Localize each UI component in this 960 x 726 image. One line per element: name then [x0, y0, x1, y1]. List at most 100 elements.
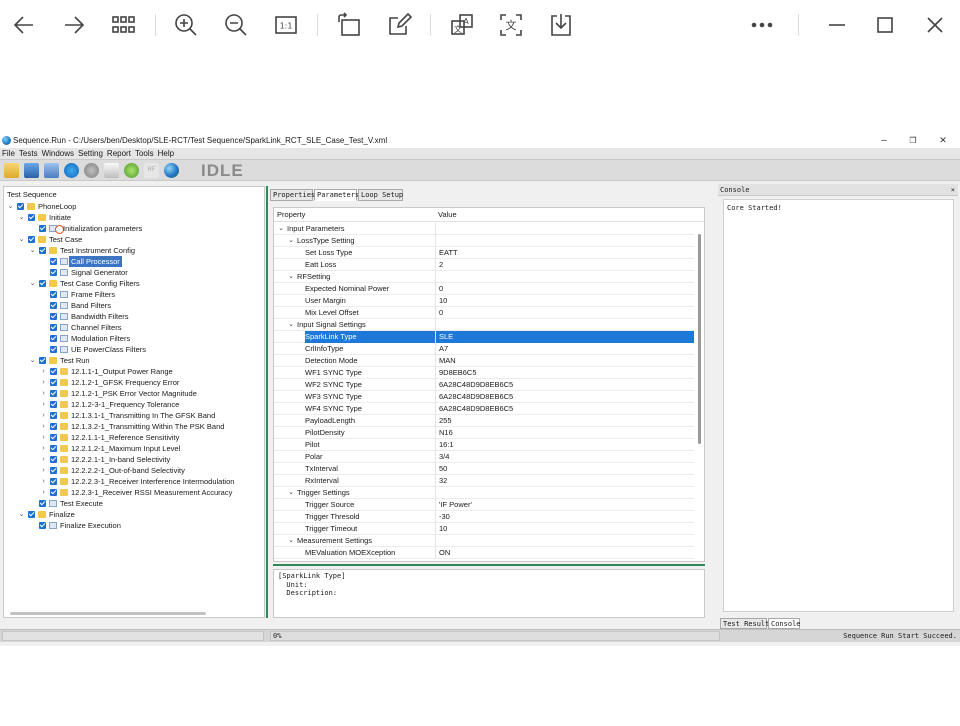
menu-item-report[interactable]: Report	[107, 149, 131, 158]
property-category[interactable]: ⌄ Input Parameters	[274, 223, 694, 235]
property-value[interactable]: 6A28C48D9D8EB6C5	[435, 379, 694, 391]
property-row[interactable]: Polar 3/4	[274, 451, 694, 463]
property-value[interactable]: 9D8EB6C5	[435, 367, 694, 379]
checkbox[interactable]	[50, 346, 57, 353]
chevron-down-icon[interactable]: ⌄	[287, 235, 295, 247]
tree-item[interactable]: › 12.2.1.2-1_Maximum Input Level	[4, 443, 264, 454]
ocr-button[interactable]: 文	[494, 8, 528, 42]
more-button[interactable]	[745, 8, 779, 42]
copy-icon[interactable]	[44, 163, 59, 178]
property-grid-scrollbar[interactable]	[698, 234, 701, 444]
tree-item[interactable]: Signal Generator	[4, 267, 264, 278]
window-restore-button[interactable]: ❐	[906, 133, 920, 148]
checkbox[interactable]	[50, 390, 57, 397]
menu-item-tests[interactable]: Tests	[19, 149, 38, 158]
checkbox[interactable]	[50, 368, 57, 375]
save-icon[interactable]	[24, 163, 39, 178]
chevron-down-icon[interactable]: ⌄	[277, 223, 285, 235]
tree-item[interactable]: Call Processor	[4, 256, 264, 267]
checkbox[interactable]	[39, 280, 46, 287]
property-row[interactable]: Eatt Loss 2	[274, 259, 694, 271]
chevron-down-icon[interactable]: ⌄	[287, 271, 295, 283]
tab-loop-setup[interactable]: Loop Setup	[358, 189, 403, 201]
checkbox[interactable]	[50, 478, 57, 485]
checkbox[interactable]	[28, 236, 35, 243]
property-value[interactable]: 6A28C48D9D8EB6C5	[435, 391, 694, 403]
property-value[interactable]: 0	[435, 283, 694, 295]
property-row[interactable]: PayloadLength 255	[274, 415, 694, 427]
checkbox[interactable]	[50, 379, 57, 386]
chevron-right-icon[interactable]: ›	[40, 454, 47, 465]
tree-item[interactable]: › 12.1.3.1-1_Transmitting In The GFSK Ban…	[4, 410, 264, 421]
tab-parameters[interactable]: Parameters	[314, 189, 359, 201]
tree-item[interactable]: Frame Filters	[4, 289, 264, 300]
property-category[interactable]: ⌄ RFSetting	[274, 271, 694, 283]
chevron-right-icon[interactable]: ›	[40, 443, 47, 454]
tree-item[interactable]: Band Filters	[4, 300, 264, 311]
property-category[interactable]: ⌄ LossType Setting	[274, 235, 694, 247]
tab-properties[interactable]: Properties	[270, 189, 315, 201]
tree-item[interactable]: ⌄ Test Instrument Config	[4, 245, 264, 256]
maximize-button[interactable]	[868, 8, 902, 42]
property-row[interactable]: Expected Nominal Power 0	[274, 283, 694, 295]
back-button[interactable]	[7, 8, 41, 42]
property-value[interactable]: 10	[435, 295, 694, 307]
tree-horizontal-scrollbar[interactable]	[10, 612, 206, 615]
tree-item[interactable]: ⌄ Test Run	[4, 355, 264, 366]
property-value[interactable]: -30	[435, 511, 694, 523]
tree-item[interactable]: › 12.1.2-1_GFSK Frequency Error	[4, 377, 264, 388]
actual-size-button[interactable]: 1:1	[269, 8, 303, 42]
chevron-down-icon[interactable]: ⌄	[29, 355, 36, 366]
menu-item-help[interactable]: Help	[158, 149, 174, 158]
property-value[interactable]: A7	[435, 343, 694, 355]
translate-button[interactable]: 文A	[445, 8, 479, 42]
tree-item[interactable]: › 12.1.3.2-1_Transmitting Within The PSK …	[4, 421, 264, 432]
tree-item[interactable]: Bandwidth Filters	[4, 311, 264, 322]
tree-item[interactable]: UE PowerClass Filters	[4, 344, 264, 355]
chevron-down-icon[interactable]: ⌄	[287, 535, 295, 547]
checkbox[interactable]	[28, 511, 35, 518]
chevron-right-icon[interactable]: ›	[40, 399, 47, 410]
property-row[interactable]: Set Loss Type EATT	[274, 247, 694, 259]
menu-item-tools[interactable]: Tools	[135, 149, 154, 158]
thumbnails-button[interactable]	[106, 8, 140, 42]
property-category[interactable]: ⌄ Input Signal Settings	[274, 319, 694, 331]
tree-item[interactable]: ⌄ PhoneLoop	[4, 201, 264, 212]
property-row[interactable]: SparkLink Type SLE	[274, 331, 694, 343]
checkbox[interactable]	[39, 500, 46, 507]
chevron-down-icon[interactable]: ⌄	[29, 278, 36, 289]
chevron-right-icon[interactable]: ›	[40, 487, 47, 498]
property-row[interactable]: WF4 SYNC Type 6A28C48D9D8EB6C5	[274, 403, 694, 415]
forward-button[interactable]	[57, 8, 91, 42]
chevron-right-icon[interactable]: ›	[40, 388, 47, 399]
panel-splitter[interactable]	[266, 186, 268, 618]
checkbox[interactable]	[50, 269, 57, 276]
checkbox[interactable]	[50, 302, 57, 309]
description-splitter[interactable]	[273, 564, 705, 566]
tree-item[interactable]: Channel Filters	[4, 322, 264, 333]
property-row[interactable]: Trigger Timeout 10	[274, 523, 694, 535]
chevron-right-icon[interactable]: ›	[40, 366, 47, 377]
globe-icon[interactable]	[164, 163, 179, 178]
list-icon[interactable]	[104, 163, 119, 178]
checkbox[interactable]	[50, 423, 57, 430]
checkbox[interactable]	[50, 412, 57, 419]
open-folder-icon[interactable]	[4, 163, 19, 178]
tree-item[interactable]: › 12.2.1.1-1_Reference Sensitivity	[4, 432, 264, 443]
run-icon[interactable]	[64, 163, 79, 178]
tree-item[interactable]: › 12.1.2-3-1_Frequency Tolerance	[4, 399, 264, 410]
checkbox[interactable]	[28, 214, 35, 221]
close-button[interactable]	[918, 8, 952, 42]
property-value[interactable]: ON	[435, 547, 694, 559]
tree-item[interactable]: › 12.1.1-1_Output Power Range	[4, 366, 264, 377]
chevron-right-icon[interactable]: ›	[40, 476, 47, 487]
checkbox[interactable]	[50, 291, 57, 298]
checkbox[interactable]	[39, 357, 46, 364]
chevron-down-icon[interactable]: ⌄	[18, 509, 25, 520]
property-value[interactable]: 16:1	[435, 439, 694, 451]
checkbox[interactable]	[50, 456, 57, 463]
checkbox[interactable]	[50, 313, 57, 320]
property-value[interactable]: 32	[435, 475, 694, 487]
property-row[interactable]: Detection Mode MAN	[274, 355, 694, 367]
tree-item[interactable]: Modulation Filters	[4, 333, 264, 344]
